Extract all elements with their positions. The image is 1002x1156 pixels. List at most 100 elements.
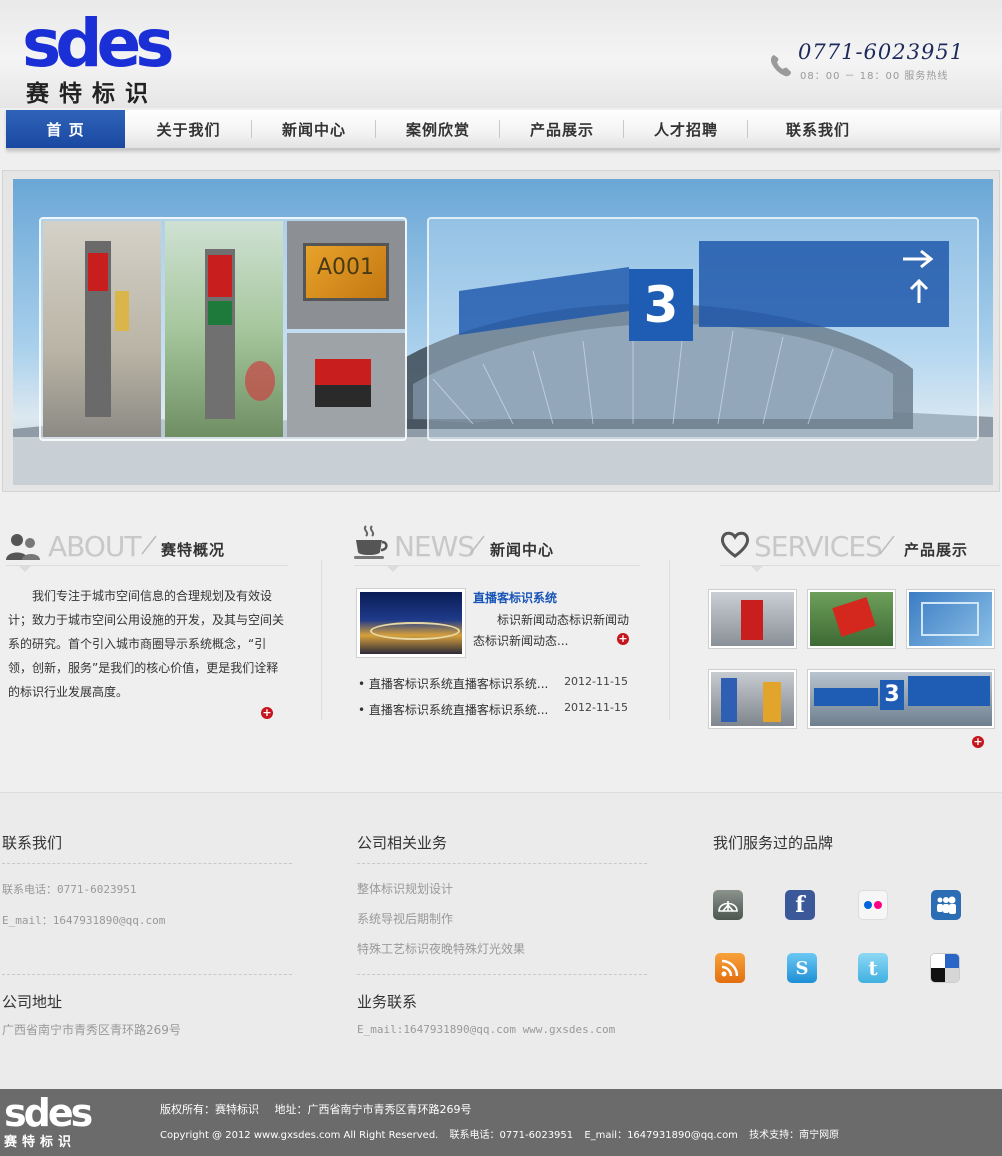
fire-sign-photo [287, 333, 405, 437]
more-icon[interactable]: + [261, 707, 273, 719]
business-item[interactable]: 整体标识规划设计 [357, 880, 453, 897]
contact-title: 联系我们 [2, 834, 63, 852]
arrow-icon [903, 249, 934, 303]
contact-email[interactable]: E_mail：1647931890@qq.com [2, 912, 165, 928]
facebook-icon[interactable]: f [785, 890, 815, 920]
address-text: 广西省南宁市青秀区青环路269号 [2, 1023, 181, 1037]
address-title: 公司地址 [2, 993, 63, 1011]
pylon-photo-1 [43, 221, 161, 437]
services-title-cn: 产品展示 [904, 541, 969, 559]
skype-icon[interactable]: S [787, 953, 817, 983]
product-thumbnail[interactable] [708, 669, 797, 729]
divider [321, 560, 322, 720]
logo-cn: 赛特标识 [26, 80, 158, 107]
news-item-title: • 直播客标识系统直播客标识系统... [358, 703, 549, 717]
rss-icon[interactable] [715, 953, 745, 983]
footer-logo-cn: 赛特标识 [4, 1135, 77, 1150]
nav-about[interactable]: 关于我们 [125, 110, 252, 148]
logo[interactable]: sdes 赛特标识 [22, 16, 208, 107]
product-thumbnail[interactable] [708, 589, 797, 649]
news-featured-summary: 标识新闻动态标识新闻动态标识新闻动态... [473, 613, 630, 648]
about-section: ABOUT 赛特概况 我们专注于城市空间信息的合理规划及有效设计；致力于城市空间… [6, 518, 288, 758]
about-title-en: ABOUT [48, 530, 142, 563]
room-sign-photo: A001 [287, 221, 405, 329]
news-header: NEWS 新闻中心 [354, 518, 640, 572]
nav-label: 案例欣赏 [405, 121, 470, 139]
footer-logo-mark: sdes [4, 1091, 95, 1135]
more-icon[interactable]: + [617, 633, 629, 645]
nav-label: 关于我们 [156, 121, 221, 139]
people-icon [6, 534, 40, 560]
logo-en: sdes [22, 16, 172, 72]
platform-number: 3 [629, 269, 693, 341]
sign-text: A001 [317, 255, 375, 280]
banner-image: A001 3 [13, 179, 993, 485]
nav-cases[interactable]: 案例欣赏 [376, 110, 500, 148]
twitter-icon[interactable]: t [858, 953, 888, 983]
news-thumbnail[interactable] [356, 588, 466, 658]
nav-contact[interactable]: 联系我们 [748, 110, 888, 148]
nav-label: 产品展示 [529, 121, 594, 139]
nav-products[interactable]: 产品展示 [500, 110, 624, 148]
about-title-cn: 赛特概况 [161, 541, 226, 559]
info-area: 联系我们 联系电话：0771-6023951 E_mail：1647931890… [0, 792, 1002, 1089]
business-contact-line[interactable]: E_mail:1647931890@qq.com www.gxsdes.com [357, 1023, 615, 1036]
heart-icon [720, 531, 750, 558]
news-list-item[interactable]: • 直播客标识系统直播客标识系统... 2012-11-15 [358, 701, 628, 721]
slash-divider [141, 535, 157, 555]
delicious-square-icon[interactable] [930, 953, 960, 983]
coffee-cup-icon [354, 525, 388, 559]
nav-label: 联系我们 [785, 121, 850, 139]
service-hours: 08：00 － 18：00 服务热线 [800, 71, 949, 82]
footer-support[interactable]: 技术支持：南宁网原 [749, 1130, 839, 1141]
footer-phone: 联系电话：0771-6023951 [449, 1130, 574, 1141]
nav-news[interactable]: 新闻中心 [252, 110, 376, 148]
news-featured-title[interactable]: 直播客标识系统 [473, 589, 557, 606]
myspace-icon[interactable] [931, 890, 961, 920]
main-nav: 首 页 关于我们 新闻中心 案例欣赏 产品展示 人才招聘 联系我们 [6, 110, 1000, 150]
product-thumbnail[interactable] [906, 589, 995, 649]
footer-line-2: Copyright @ 2012 www.gxsdes.com All Righ… [160, 1126, 839, 1141]
slash-divider [879, 535, 895, 555]
product-collage: A001 [39, 217, 407, 441]
product-thumbnail[interactable]: 3 [807, 669, 995, 729]
news-item-title: • 直播客标识系统直播客标识系统... [358, 677, 549, 691]
hotline: 0771-6023951 08：00 － 18：00 服务热线 [768, 40, 963, 84]
news-item-date: 2012-11-15 [564, 675, 628, 688]
footer-copyright-label: 版权所有：赛特标识 [160, 1103, 259, 1116]
logo-mark: sdes [22, 16, 178, 72]
header: sdes 赛特标识 0771-6023951 08：00 － 18：00 服务热… [0, 0, 1002, 108]
business-title: 公司相关业务 [357, 834, 448, 852]
about-header: ABOUT 赛特概况 [6, 518, 288, 572]
slash-divider [469, 535, 485, 555]
services-title-en: SERVICES [754, 530, 883, 563]
flickr-icon[interactable] [858, 890, 888, 920]
hero-banner[interactable]: A001 3 [2, 170, 1000, 492]
delicious-icon[interactable] [713, 890, 743, 920]
nav-careers[interactable]: 人才招聘 [624, 110, 748, 148]
news-list-item[interactable]: • 直播客标识系统直播客标识系统... 2012-11-15 [358, 675, 628, 695]
news-item-date: 2012-11-15 [564, 701, 628, 714]
nav-label: 人才招聘 [653, 121, 718, 139]
footer-logo[interactable]: sdes 赛特标识 [4, 1091, 114, 1150]
footer-copyright: Copyright @ 2012 www.gxsdes.com All Righ… [160, 1130, 439, 1141]
business-item[interactable]: 系统导视后期制作 [357, 910, 453, 927]
footer-logo-en: sdes [4, 1097, 92, 1129]
business-item[interactable]: 特殊工艺标识夜晚特殊灯光效果 [357, 940, 525, 957]
brands-title: 我们服务过的品牌 [713, 834, 834, 852]
more-icon[interactable]: + [972, 736, 984, 748]
phone-icon [770, 55, 791, 77]
footer-email[interactable]: E_mail：1647931890@qq.com [584, 1130, 738, 1141]
product-thumbnail[interactable] [807, 589, 896, 649]
phone-number: 0771-6023951 [798, 40, 965, 64]
contact-phone: 联系电话：0771-6023951 [2, 883, 137, 896]
platform-number: 3 [880, 680, 904, 710]
nav-label: 首 页 [46, 121, 85, 139]
news-title-en: NEWS [394, 530, 475, 563]
nav-home[interactable]: 首 页 [6, 110, 125, 148]
pylon-photo-2 [165, 221, 283, 437]
footer-address: 地址：广西省南宁市青秀区青环路269号 [274, 1103, 472, 1116]
services-header: SERVICES 产品展示 [720, 518, 1000, 572]
footer-line-1: 版权所有：赛特标识 地址：广西省南宁市青秀区青环路269号 [160, 1101, 484, 1117]
about-text: 我们专注于城市空间信息的合理规划及有效设计；致力于城市空间公用设施的开发，及其与… [8, 589, 285, 699]
